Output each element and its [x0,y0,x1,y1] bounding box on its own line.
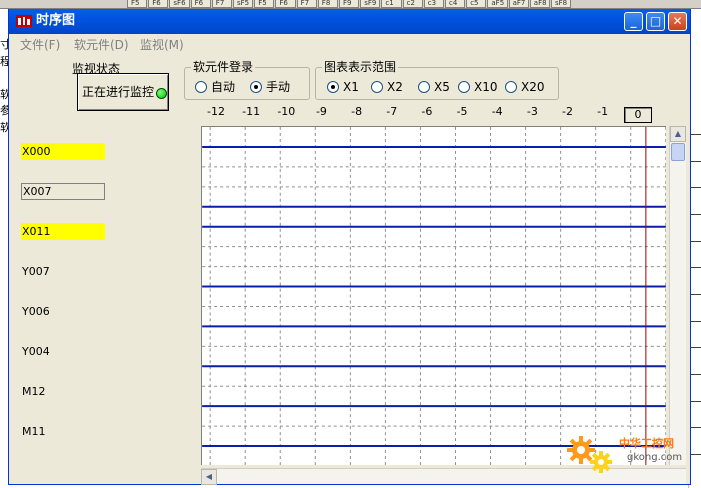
signal-label-m11[interactable]: M11 [21,423,105,440]
timing-chart-window: 时序图 _ □ ✕ 文件(F) 软元件(D) 监视(M) 监视状态 正在进行监控… [8,9,691,485]
radio-x20-indicator [505,81,517,93]
minimize-icon: _ [630,14,637,28]
chart-range-label: 图表表示范围 [322,60,399,74]
watermark-brand: 中华工控网 [619,437,674,450]
radio-x1-label: X1 [343,80,359,94]
host-toolbar-key[interactable]: F8 [317,0,338,8]
host-toolbar-key[interactable]: F7 [296,0,317,8]
radio-manual[interactable]: 手动 [250,80,290,94]
time-tick-label: -6 [421,105,433,118]
device-register-group: 软元件登录 自动 手动 [184,60,310,100]
radio-x1[interactable]: X1 [327,80,359,94]
host-toolbar-key[interactable]: F9 [339,0,360,8]
vertical-scroll-thumb[interactable] [671,143,685,161]
host-toolbar-key[interactable]: c3 [423,0,444,8]
radio-x2-indicator [371,81,383,93]
radio-manual-indicator [250,81,262,93]
radio-x20[interactable]: X20 [505,80,545,94]
time-tick-label: -12 [207,105,225,118]
signal-label-x011[interactable]: X011 [21,223,105,240]
host-toolbar-key[interactable]: F6 [190,0,211,8]
menu-file[interactable]: 文件(F) [20,38,60,52]
signal-label-x007[interactable]: X007 [21,183,105,200]
host-toolbar-key[interactable]: aF5 [487,0,508,8]
title-bar[interactable]: 时序图 _ □ ✕ [9,9,690,34]
host-toolbar-key[interactable]: c2 [402,0,423,8]
radio-x5-label: X5 [434,80,450,94]
signal-label-y007[interactable]: Y007 [21,263,105,280]
device-register-label: 软元件登录 [191,60,256,74]
radio-x5[interactable]: X5 [418,80,450,94]
close-icon: ✕ [672,14,683,28]
vertical-scrollbar[interactable]: ▲ [669,126,686,465]
radio-x2-label: X2 [387,80,403,94]
time-tick-label: -2 [562,105,573,118]
time-tick-label: -11 [242,105,261,118]
menu-monitor[interactable]: 监视(M) [140,38,184,52]
radio-auto-label: 自动 [211,80,236,94]
host-toolbar-key[interactable]: F5 [127,0,148,8]
radio-x10[interactable]: X10 [458,80,498,94]
monitor-led-icon [156,88,167,99]
window-title: 时序图 [36,13,76,28]
host-toolbar-key[interactable]: F7 [211,0,232,8]
minimize-button[interactable]: _ [624,12,643,31]
host-toolbar-key[interactable]: aF7 [508,0,529,8]
time-tick-label: -9 [315,105,327,118]
signal-label-y004[interactable]: Y004 [21,343,105,360]
monitor-toggle-button[interactable]: 正在进行监控 [77,73,169,111]
host-toolbar-key[interactable]: c5 [466,0,487,8]
maximize-icon: □ [649,14,662,28]
signal-label-m12[interactable]: M12 [21,383,105,400]
host-toolbar-key[interactable]: sF9 [360,0,381,8]
host-toolbar: F5 F6 sF6 F6 F7 sF5 F5 F6 F7 F8 F9 sF9 c1 c2 c3 c4 c5 aF5… [0,0,701,9]
scroll-left-icon[interactable]: ◀ [201,469,217,485]
time-tick-label: -5 [456,105,468,118]
maximize-button[interactable]: □ [646,12,665,31]
radio-x1-indicator [327,81,339,93]
radio-x20-label: X20 [521,80,545,94]
radio-x10-label: X10 [474,80,498,94]
watermark-url: gkong.com [627,452,683,463]
host-toolbar-key[interactable]: F5 [254,0,275,8]
time-tick-label: -1 [597,105,609,118]
menu-device[interactable]: 软元件(D) [74,38,129,52]
time-tick-label: -8 [351,105,363,118]
signal-label-y006[interactable]: Y006 [21,303,105,320]
radio-x2[interactable]: X2 [371,80,403,94]
scroll-up-icon[interactable]: ▲ [670,126,686,142]
host-toolbar-key[interactable]: sF5 [233,0,254,8]
radio-auto[interactable]: 自动 [195,80,235,94]
gear-icon [567,436,612,473]
watermark-logo: 中华工控网 gkong.com [563,432,693,480]
timing-chart-icon [16,15,32,27]
timing-chart[interactable] [201,126,666,465]
host-toolbar-key[interactable]: c1 [381,0,402,8]
host-toolbar-key[interactable]: F6 [275,0,296,8]
signal-label-x000[interactable]: X000 [21,143,105,160]
time-tick-label: -3 [526,105,538,118]
chart-range-group: 图表表示范围 X1 X2 X5 X10 X20 [315,60,559,100]
host-toolbar-key[interactable]: sF6 [169,0,190,8]
time-tick-label: -7 [386,105,398,118]
host-toolbar-key[interactable]: aF8 [529,0,550,8]
host-toolbar-key[interactable]: sF8 [551,0,572,8]
radio-manual-label: 手动 [266,80,291,94]
time-cursor-field[interactable]: 0 [624,107,652,123]
time-tick-label: -10 [277,105,296,118]
host-toolbar-key[interactable]: F6 [148,0,169,8]
monitor-button-label: 正在进行监控 [82,85,155,99]
host-toolbar-key[interactable]: c4 [445,0,466,8]
radio-x5-indicator [418,81,430,93]
radio-x10-indicator [458,81,470,93]
close-button[interactable]: ✕ [668,12,687,31]
radio-auto-indicator [195,81,207,93]
menu-bar: 文件(F) 软元件(D) 监视(M) [9,34,690,56]
time-tick-label: -4 [491,105,503,118]
